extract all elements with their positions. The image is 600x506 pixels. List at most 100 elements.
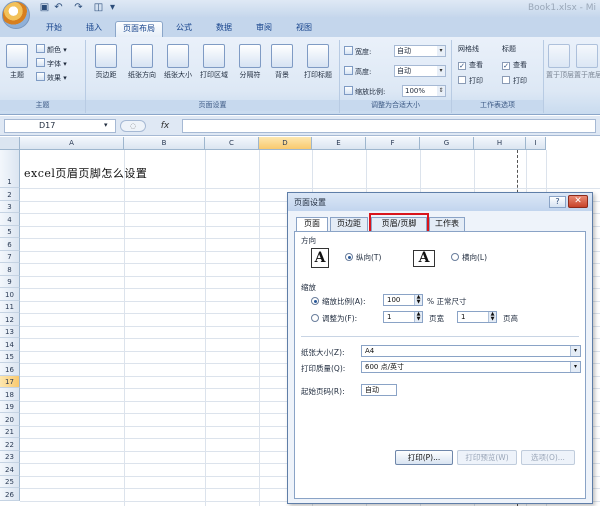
row-header-26[interactable]: 26 bbox=[0, 488, 20, 501]
row-header-21[interactable]: 21 bbox=[0, 425, 20, 438]
tab-home[interactable]: 开始 bbox=[36, 21, 72, 37]
redo-icon[interactable]: ↷ bbox=[72, 2, 85, 14]
tab-formulas[interactable]: 公式 bbox=[166, 21, 202, 37]
customize-qat-icon[interactable]: ▾ bbox=[106, 2, 119, 14]
margins-button[interactable]: 页边距 bbox=[88, 43, 124, 93]
scale-input[interactable]: 100% ⇕ bbox=[402, 85, 446, 97]
fonts-button[interactable]: 字体 ▾ bbox=[36, 58, 67, 69]
height-select[interactable]: 自动 ▾ bbox=[394, 65, 446, 77]
row-header-9[interactable]: 9 bbox=[0, 275, 20, 288]
tab-review[interactable]: 审阅 bbox=[246, 21, 282, 37]
column-header-c[interactable]: C bbox=[205, 137, 259, 150]
row-header-23[interactable]: 23 bbox=[0, 450, 20, 463]
adjust-to-radio[interactable]: 缩放比例(A): bbox=[311, 296, 366, 307]
formula-cancel-icon[interactable]: ◌ bbox=[120, 120, 146, 132]
row-header-6[interactable]: 6 bbox=[0, 238, 20, 251]
tab-view[interactable]: 视图 bbox=[286, 21, 322, 37]
print-preview-icon[interactable]: ◫ bbox=[92, 2, 105, 14]
undo-icon[interactable]: ↶ bbox=[52, 2, 65, 14]
row-header-19[interactable]: 19 bbox=[0, 400, 20, 413]
fit-tall-input[interactable]: 1 ▲ ▼ bbox=[457, 311, 497, 323]
cell-a1[interactable]: excel页眉页脚怎么设置 bbox=[24, 165, 147, 181]
headings-print-checkbox[interactable]: 打印 bbox=[502, 76, 527, 87]
background-button[interactable]: 背景 bbox=[266, 43, 298, 93]
sheet-options-group-label: 工作表选项 bbox=[452, 100, 543, 111]
fit-wide-input[interactable]: 1 ▲ ▼ bbox=[383, 311, 423, 323]
spin-icon[interactable]: ▲ ▼ bbox=[488, 312, 496, 322]
row-header-17[interactable]: 17 bbox=[0, 375, 20, 388]
spin-icon[interactable]: ▲ ▼ bbox=[414, 312, 422, 322]
themes-button[interactable]: 主题 bbox=[2, 43, 32, 93]
row-header-4[interactable]: 4 bbox=[0, 213, 20, 226]
row-header-10[interactable]: 10 bbox=[0, 288, 20, 301]
column-header-e[interactable]: E bbox=[312, 137, 366, 150]
landscape-radio[interactable]: 横向(L) bbox=[451, 252, 487, 263]
row-header-18[interactable]: 18 bbox=[0, 388, 20, 401]
dialog-tab-sheet[interactable]: 工作表 bbox=[429, 217, 465, 231]
portrait-radio[interactable]: 纵向(T) bbox=[345, 252, 381, 263]
column-header-d[interactable]: D bbox=[259, 137, 312, 150]
name-box[interactable]: D17 bbox=[4, 119, 116, 133]
row-header-3[interactable]: 3 bbox=[0, 200, 20, 213]
print-quality-select[interactable]: 600 点/英寸 ▾ bbox=[361, 361, 581, 373]
print-preview-button[interactable]: 打印预览(W) bbox=[457, 450, 517, 465]
office-button[interactable] bbox=[2, 1, 30, 29]
row-header-16[interactable]: 16 bbox=[0, 363, 20, 376]
gridlines-view-checkbox[interactable]: ✓ 查看 bbox=[458, 60, 483, 71]
first-page-input[interactable]: 自动 bbox=[361, 384, 397, 396]
options-button[interactable]: 选项(O)... bbox=[521, 450, 575, 465]
row-header-8[interactable]: 8 bbox=[0, 263, 20, 276]
row-header-20[interactable]: 20 bbox=[0, 413, 20, 426]
tab-data[interactable]: 数据 bbox=[206, 21, 242, 37]
sheet-options-group: 网格线 标题 ✓ 查看 ✓ 查看 打印 打印 工作表选项 bbox=[452, 40, 544, 113]
bring-forward-button[interactable]: 置于顶层 bbox=[546, 43, 574, 93]
tab-insert[interactable]: 插入 bbox=[76, 21, 112, 37]
dialog-tab-margins[interactable]: 页边距 bbox=[330, 217, 368, 231]
row-header-5[interactable]: 5 bbox=[0, 225, 20, 238]
select-all-corner[interactable] bbox=[0, 137, 20, 150]
column-header-h[interactable]: H bbox=[474, 137, 526, 150]
dialog-title-bar[interactable]: 页面设置 ? ✕ bbox=[288, 193, 592, 211]
help-button[interactable]: ? bbox=[549, 196, 566, 208]
column-header-a[interactable]: A bbox=[20, 137, 124, 150]
save-icon[interactable]: ▣ bbox=[38, 2, 51, 14]
column-header-g[interactable]: G bbox=[420, 137, 474, 150]
row-header-12[interactable]: 12 bbox=[0, 313, 20, 326]
breaks-button[interactable]: 分隔符 bbox=[232, 43, 268, 93]
name-box-dropdown-icon[interactable]: ▾ bbox=[104, 121, 108, 129]
print-area-button[interactable]: 打印区域 bbox=[196, 43, 232, 93]
column-header-f[interactable]: F bbox=[366, 137, 420, 150]
dialog-tab-page[interactable]: 页面 bbox=[296, 217, 328, 232]
row-header-7[interactable]: 7 bbox=[0, 250, 20, 263]
row-header-1[interactable]: 1 bbox=[0, 150, 20, 188]
column-header-i[interactable]: I bbox=[526, 137, 546, 150]
fx-icon[interactable]: fx bbox=[150, 119, 180, 133]
row-header-11[interactable]: 11 bbox=[0, 300, 20, 313]
column-header-b[interactable]: B bbox=[124, 137, 205, 150]
formula-input[interactable] bbox=[182, 119, 596, 133]
close-button[interactable]: ✕ bbox=[568, 195, 588, 208]
row-header-24[interactable]: 24 bbox=[0, 463, 20, 476]
title-bar: ▣ ↶ ↷ ◫ ▾ Book1.xlsx - Mi bbox=[0, 0, 600, 29]
print-button[interactable]: 打印(P)... bbox=[395, 450, 453, 465]
colors-button[interactable]: 颜色 ▾ bbox=[36, 44, 67, 55]
tab-page-layout[interactable]: 页面布局 bbox=[115, 21, 163, 37]
row-header-25[interactable]: 25 bbox=[0, 475, 20, 488]
adjust-to-input[interactable]: 100 ▲ ▼ bbox=[383, 294, 423, 306]
orientation-button[interactable]: 纸张方向 bbox=[124, 43, 160, 93]
row-header-13[interactable]: 13 bbox=[0, 325, 20, 338]
gridlines-print-checkbox[interactable]: 打印 bbox=[458, 76, 483, 87]
paper-size-select[interactable]: A4 ▾ bbox=[361, 345, 581, 357]
row-header-22[interactable]: 22 bbox=[0, 438, 20, 451]
row-header-15[interactable]: 15 bbox=[0, 350, 20, 363]
spin-icon[interactable]: ▲ ▼ bbox=[414, 295, 422, 305]
row-header-2[interactable]: 2 bbox=[0, 188, 20, 201]
width-select[interactable]: 自动 ▾ bbox=[394, 45, 446, 57]
effects-button[interactable]: 效果 ▾ bbox=[36, 72, 67, 83]
fit-to-radio[interactable]: 调整为(F): bbox=[311, 313, 357, 324]
print-titles-button[interactable]: 打印标题 bbox=[298, 43, 338, 93]
row-header-14[interactable]: 14 bbox=[0, 338, 20, 351]
send-backward-button[interactable]: 置于底层 bbox=[574, 43, 600, 93]
headings-view-checkbox[interactable]: ✓ 查看 bbox=[502, 60, 527, 71]
size-button[interactable]: 纸张大小 bbox=[160, 43, 196, 93]
